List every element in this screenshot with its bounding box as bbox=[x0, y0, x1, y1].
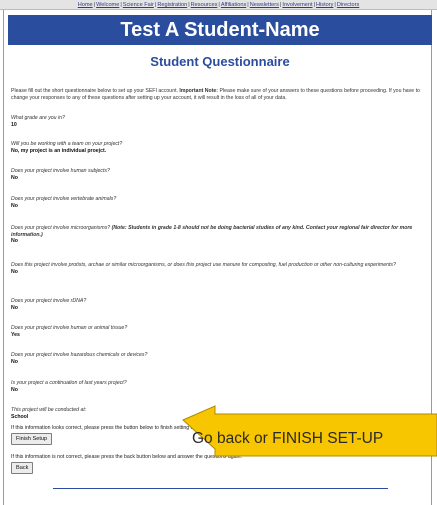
answer-text: No bbox=[11, 202, 18, 209]
question-text: Does your project involve human subjects… bbox=[11, 168, 110, 174]
intro-paragraph: Please fill out the short questionnaire … bbox=[11, 88, 423, 101]
question-text: Does your project involve human or anima… bbox=[11, 325, 128, 331]
question-text: Is your project a continuation of last y… bbox=[11, 380, 127, 386]
question-grade: What grade are you in? 10 bbox=[11, 115, 423, 128]
question-text: Does this project involve protists, arch… bbox=[11, 262, 396, 268]
question-hazardous: Does your project involve hazardous chem… bbox=[11, 352, 423, 365]
callout-annotation-text: Go back or FINISH SET-UP bbox=[192, 430, 384, 447]
question-text: Does your project involve vertebrate ani… bbox=[11, 196, 117, 202]
nav-link-involvement[interactable]: Involvement bbox=[282, 2, 312, 8]
question-vertebrate-animals: Does your project involve vertebrate ani… bbox=[11, 196, 423, 209]
nav-link-affiliations[interactable]: Affiliations bbox=[221, 2, 246, 8]
answer-text: No bbox=[11, 174, 18, 181]
confirm-incorrect-label: If this information is not correct, plea… bbox=[11, 454, 242, 460]
nav-link-welcome[interactable]: Welcome bbox=[96, 2, 119, 8]
nav-link-resources[interactable]: Resources bbox=[191, 2, 218, 8]
footer-divider bbox=[53, 488, 388, 489]
question-microorganisms: Does your project involve microorganisms… bbox=[11, 225, 423, 245]
question-text: Does your project involve hazardous chem… bbox=[11, 352, 148, 358]
student-name-title: Test A Student-Name bbox=[8, 15, 432, 45]
nav-link-home[interactable]: Home bbox=[78, 2, 93, 8]
answer-text: No bbox=[11, 358, 18, 365]
nav-link-science-fair[interactable]: Science Fair bbox=[123, 2, 154, 8]
question-text: What grade are you in? bbox=[11, 115, 65, 121]
page-heading: Student Questionnaire bbox=[150, 54, 290, 69]
nav-link-history[interactable]: History bbox=[316, 2, 333, 8]
answer-text: School bbox=[11, 413, 29, 420]
nav-link-registration[interactable]: Registration bbox=[157, 2, 187, 8]
answer-text: No bbox=[11, 386, 18, 393]
answer-text: 10 bbox=[11, 121, 17, 128]
confirm-incorrect-text: If this information is not correct, plea… bbox=[11, 454, 423, 461]
question-continuation: Is your project a continuation of last y… bbox=[11, 380, 423, 393]
question-rdna: Does your project involve rDNA? No bbox=[11, 298, 423, 311]
back-button[interactable]: Back bbox=[11, 462, 34, 474]
nav-link-newsletters[interactable]: Newsletters bbox=[250, 2, 279, 8]
answer-text: No bbox=[11, 238, 18, 245]
question-text: This project will be conducted at: bbox=[11, 407, 87, 413]
question-tissue: Does your project involve human or anima… bbox=[11, 325, 423, 338]
question-text: Does your project involve rDNA? bbox=[11, 298, 87, 304]
question-main: Does your project involve microorganisms… bbox=[11, 225, 111, 231]
nav-link-directors[interactable]: Directors bbox=[337, 2, 359, 8]
question-team: Will you be working with a team on your … bbox=[11, 141, 423, 154]
question-text: Does your project involve microorganisms… bbox=[11, 225, 423, 238]
question-text: Will you be working with a team on your … bbox=[11, 141, 123, 147]
answer-text: No bbox=[11, 304, 18, 311]
question-human-subjects: Does your project involve human subjects… bbox=[11, 168, 423, 181]
top-nav: Home|Welcome|Science Fair|Registration|R… bbox=[0, 0, 437, 10]
finish-setup-button[interactable]: Finish Setup bbox=[11, 433, 53, 445]
intro-text: Please fill out the short questionnaire … bbox=[11, 88, 178, 94]
answer-text: Yes bbox=[11, 331, 20, 338]
question-location: This project will be conducted at: Schoo… bbox=[11, 407, 423, 420]
question-protists: Does this project involve protists, arch… bbox=[11, 262, 423, 275]
answer-text: No, my project is an individual proejct. bbox=[11, 147, 107, 154]
answer-text: No bbox=[11, 268, 18, 275]
important-note-label: Important Note: bbox=[179, 88, 219, 94]
